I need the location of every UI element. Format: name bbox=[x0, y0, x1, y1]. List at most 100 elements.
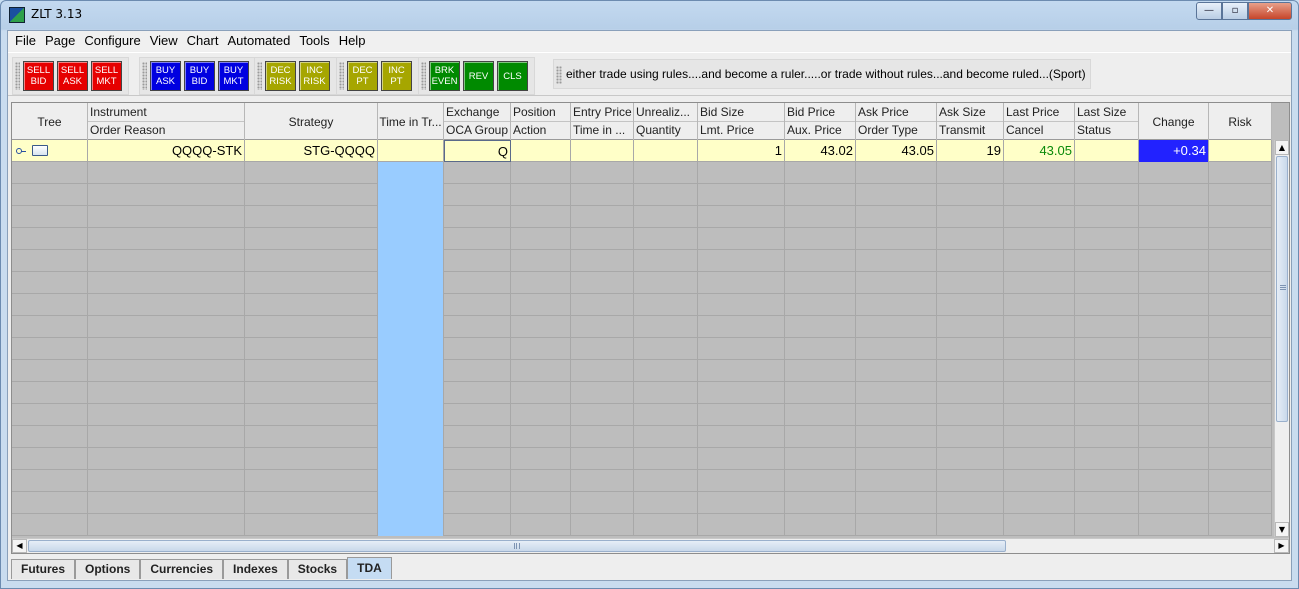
table-cell[interactable] bbox=[785, 316, 856, 338]
table-cell[interactable] bbox=[937, 162, 1004, 184]
table-cell[interactable] bbox=[245, 228, 378, 250]
table-cell[interactable] bbox=[378, 162, 444, 184]
table-cell[interactable] bbox=[1209, 492, 1272, 514]
table-cell[interactable] bbox=[88, 206, 245, 228]
table-cell[interactable] bbox=[1075, 184, 1139, 206]
table-cell[interactable] bbox=[12, 448, 88, 470]
table-cell[interactable] bbox=[571, 382, 634, 404]
table-row[interactable] bbox=[12, 272, 1272, 294]
header-instrument[interactable]: Instrument Order Reason bbox=[88, 103, 245, 140]
table-cell[interactable] bbox=[1209, 382, 1272, 404]
table-cell[interactable] bbox=[1209, 162, 1272, 184]
table-cell[interactable] bbox=[1075, 470, 1139, 492]
table-cell[interactable] bbox=[88, 514, 245, 536]
table-cell[interactable] bbox=[785, 294, 856, 316]
table-cell[interactable] bbox=[1004, 470, 1075, 492]
table-cell[interactable] bbox=[1075, 250, 1139, 272]
table-cell[interactable] bbox=[1004, 382, 1075, 404]
table-cell[interactable] bbox=[856, 272, 937, 294]
position-cell[interactable] bbox=[511, 140, 571, 162]
horizontal-scroll-thumb[interactable] bbox=[28, 540, 1006, 552]
sell-ask-button[interactable]: SELL ASK bbox=[57, 61, 88, 91]
header-last-size[interactable]: Last Size Status bbox=[1075, 103, 1139, 140]
table-cell[interactable] bbox=[937, 184, 1004, 206]
table-cell[interactable] bbox=[1209, 404, 1272, 426]
table-cell[interactable] bbox=[378, 228, 444, 250]
table-cell[interactable] bbox=[245, 448, 378, 470]
table-cell[interactable] bbox=[378, 360, 444, 382]
table-cell[interactable] bbox=[1209, 184, 1272, 206]
table-cell[interactable] bbox=[1075, 272, 1139, 294]
table-cell[interactable] bbox=[88, 426, 245, 448]
table-cell[interactable] bbox=[856, 206, 937, 228]
table-cell[interactable] bbox=[698, 470, 785, 492]
table-cell[interactable] bbox=[245, 382, 378, 404]
table-cell[interactable] bbox=[444, 206, 511, 228]
table-cell[interactable] bbox=[88, 338, 245, 360]
table-cell[interactable] bbox=[1004, 514, 1075, 536]
change-cell[interactable]: +0.34 bbox=[1139, 140, 1209, 162]
table-cell[interactable] bbox=[698, 228, 785, 250]
table-cell[interactable] bbox=[1139, 316, 1209, 338]
table-cell[interactable] bbox=[698, 338, 785, 360]
buy-ask-button[interactable]: BUY ASK bbox=[150, 61, 181, 91]
table-cell[interactable] bbox=[1209, 294, 1272, 316]
table-row[interactable] bbox=[12, 426, 1272, 448]
table-cell[interactable] bbox=[245, 492, 378, 514]
table-cell[interactable] bbox=[1209, 250, 1272, 272]
table-cell[interactable] bbox=[1004, 316, 1075, 338]
entry-price-cell[interactable] bbox=[571, 140, 634, 162]
table-cell[interactable] bbox=[937, 492, 1004, 514]
table-cell[interactable] bbox=[937, 426, 1004, 448]
table-cell[interactable] bbox=[378, 338, 444, 360]
table-cell[interactable] bbox=[444, 184, 511, 206]
table-cell[interactable] bbox=[511, 228, 571, 250]
table-cell[interactable] bbox=[571, 316, 634, 338]
bid-size-cell[interactable]: 1 bbox=[698, 140, 785, 162]
table-cell[interactable] bbox=[378, 470, 444, 492]
table-cell[interactable] bbox=[571, 206, 634, 228]
table-cell[interactable] bbox=[785, 272, 856, 294]
table-row[interactable] bbox=[12, 492, 1272, 514]
table-cell[interactable] bbox=[634, 426, 698, 448]
table-row[interactable] bbox=[12, 162, 1272, 184]
table-row[interactable] bbox=[12, 404, 1272, 426]
table-cell[interactable] bbox=[1139, 514, 1209, 536]
table-cell[interactable] bbox=[88, 272, 245, 294]
table-cell[interactable] bbox=[698, 294, 785, 316]
table-cell[interactable] bbox=[1004, 426, 1075, 448]
scroll-right-icon[interactable]: ▶ bbox=[1274, 539, 1289, 553]
menu-tools[interactable]: Tools bbox=[294, 31, 333, 51]
table-cell[interactable] bbox=[1139, 162, 1209, 184]
table-cell[interactable] bbox=[698, 382, 785, 404]
table-cell[interactable] bbox=[937, 206, 1004, 228]
table-cell[interactable] bbox=[634, 206, 698, 228]
table-cell[interactable] bbox=[937, 228, 1004, 250]
table-cell[interactable] bbox=[444, 382, 511, 404]
table-cell[interactable] bbox=[785, 338, 856, 360]
table-cell[interactable] bbox=[1209, 448, 1272, 470]
table-cell[interactable] bbox=[12, 228, 88, 250]
tree-cell[interactable] bbox=[12, 140, 88, 162]
menu-configure[interactable]: Configure bbox=[79, 31, 144, 51]
table-cell[interactable] bbox=[634, 162, 698, 184]
table-cell[interactable] bbox=[511, 184, 571, 206]
table-row[interactable] bbox=[12, 360, 1272, 382]
scroll-up-icon[interactable]: ▲ bbox=[1275, 140, 1289, 155]
table-cell[interactable] bbox=[511, 162, 571, 184]
table-row[interactable]: QQQQ-STK STG-QQQQ Q 1 43.02 43.05 19 43.… bbox=[12, 140, 1272, 162]
table-cell[interactable] bbox=[1209, 514, 1272, 536]
table-cell[interactable] bbox=[12, 404, 88, 426]
table-cell[interactable] bbox=[634, 272, 698, 294]
table-row[interactable] bbox=[12, 448, 1272, 470]
table-cell[interactable] bbox=[245, 470, 378, 492]
table-cell[interactable] bbox=[1075, 514, 1139, 536]
vertical-scroll-thumb[interactable] bbox=[1276, 156, 1288, 422]
header-time-in-trade[interactable]: Time in Tr... bbox=[378, 103, 444, 140]
table-cell[interactable] bbox=[1004, 404, 1075, 426]
menu-automated[interactable]: Automated bbox=[222, 31, 294, 51]
strategy-cell[interactable]: STG-QQQQ bbox=[245, 140, 378, 162]
table-row[interactable] bbox=[12, 228, 1272, 250]
table-cell[interactable] bbox=[1139, 338, 1209, 360]
table-cell[interactable] bbox=[785, 514, 856, 536]
